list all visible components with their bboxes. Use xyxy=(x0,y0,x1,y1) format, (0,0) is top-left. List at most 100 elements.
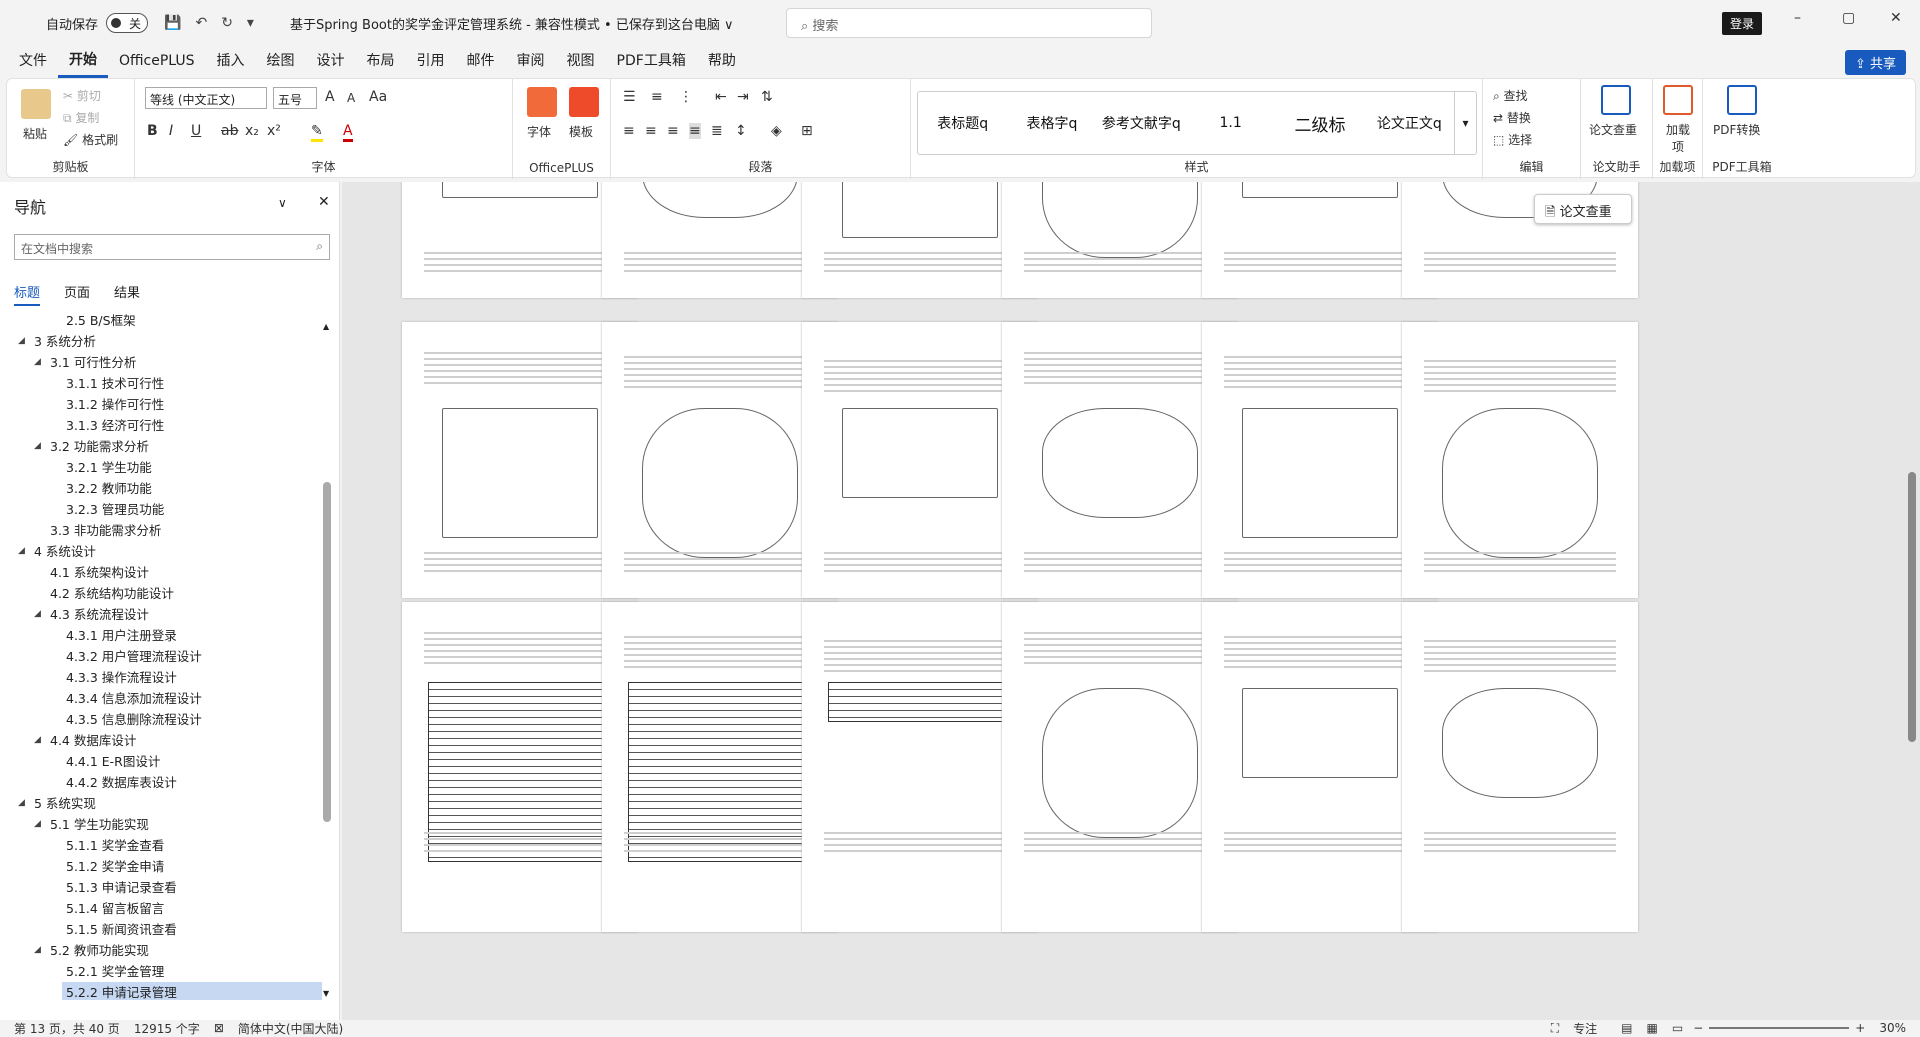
nav-tab-2[interactable]: 结果 xyxy=(114,282,140,306)
tree-item[interactable]: 4.4.2 数据库表设计 xyxy=(0,772,322,793)
menu-tab-4[interactable]: 绘图 xyxy=(256,46,306,76)
document-scrollbar[interactable] xyxy=(1907,182,1917,1020)
grow-font-button[interactable]: A xyxy=(325,89,335,105)
borders-icon[interactable]: ⊞ xyxy=(801,123,813,139)
read-mode-icon[interactable]: ▤ xyxy=(1621,1021,1632,1035)
justify-icon[interactable]: ≡ xyxy=(689,123,701,139)
tree-item[interactable]: 3.2.1 学生功能 xyxy=(0,457,322,478)
print-layout-icon[interactable]: ▦ xyxy=(1647,1021,1658,1035)
collapse-icon[interactable]: ◢ xyxy=(34,814,41,835)
distribute-icon[interactable]: ≣ xyxy=(711,123,723,139)
format-painter-button[interactable]: 🖌 格式刷 xyxy=(63,131,118,148)
scroll-down-icon[interactable]: ▼ xyxy=(323,989,329,998)
change-case-button[interactable]: Aa xyxy=(369,89,387,105)
menu-tab-10[interactable]: 视图 xyxy=(556,46,606,76)
sort-icon[interactable]: ⇅ xyxy=(761,89,773,105)
copy-button[interactable]: ⧉ 复制 xyxy=(63,109,99,126)
page-count[interactable]: 第 13 页，共 40 页 xyxy=(14,1020,120,1037)
tree-item[interactable]: 4.3.4 信息添加流程设计 xyxy=(0,688,322,709)
menu-tab-8[interactable]: 邮件 xyxy=(456,46,506,76)
menu-tab-0[interactable]: 文件 xyxy=(8,46,58,76)
tree-item[interactable]: 3.2.2 教师功能 xyxy=(0,478,322,499)
tree-item[interactable]: 4.2 系统结构功能设计 xyxy=(0,583,322,604)
officeplus-template-button[interactable]: 模板 xyxy=(569,123,593,140)
decrease-indent-icon[interactable]: ⇤ xyxy=(715,89,727,105)
align-right-icon[interactable]: ≡ xyxy=(667,123,679,139)
highlight-icon[interactable]: ✎ xyxy=(311,123,323,142)
close-button[interactable]: ✕ xyxy=(1890,10,1902,26)
cut-button[interactable]: ✂ 剪切 xyxy=(63,87,101,104)
language[interactable]: 简体中文(中国大陆) xyxy=(238,1020,343,1037)
restore-button[interactable]: ▢ xyxy=(1842,10,1855,26)
nav-tab-1[interactable]: 页面 xyxy=(64,282,90,306)
document-area[interactable] xyxy=(342,182,1920,1020)
menu-tab-3[interactable]: 插入 xyxy=(206,46,256,76)
addins-button[interactable]: 加载项 xyxy=(1665,121,1691,155)
tree-item[interactable]: ◢ 4 系统设计 xyxy=(0,541,322,562)
shrink-font-button[interactable]: A xyxy=(347,91,355,105)
menu-tab-9[interactable]: 审阅 xyxy=(506,46,556,76)
collapse-icon[interactable]: ◢ xyxy=(18,793,25,814)
tree-item[interactable]: 5.2.1 奖学金管理 xyxy=(0,961,322,982)
collapse-icon[interactable]: ◢ xyxy=(34,604,41,625)
zoom-in-icon[interactable]: + xyxy=(1855,1021,1865,1035)
tree-item[interactable]: 4.1 系统架构设计 xyxy=(0,562,322,583)
font-color-icon[interactable]: A xyxy=(343,123,353,142)
paper-check-floating-button[interactable]: 🗎 论文查重 xyxy=(1534,194,1632,224)
superscript-icon[interactable]: x² xyxy=(267,123,281,139)
tree-item[interactable]: 4.3.3 操作流程设计 xyxy=(0,667,322,688)
tree-item[interactable]: 3.3 非功能需求分析 xyxy=(0,520,322,541)
tree-item[interactable]: ◢ 5 系统实现 xyxy=(0,793,322,814)
pdf-convert-button[interactable]: PDF转换 xyxy=(1713,121,1760,138)
tree-item[interactable]: 5.1.1 奖学金查看 xyxy=(0,835,322,856)
strikethrough-icon[interactable]: ab xyxy=(221,123,238,139)
style-item-3[interactable]: 1.1 xyxy=(1186,115,1275,131)
customize-qat-icon[interactable]: ▾ xyxy=(247,15,254,31)
tree-item[interactable]: 4.4.1 E-R图设计 xyxy=(0,751,322,772)
tree-item[interactable]: 4.3.5 信息删除流程设计 xyxy=(0,709,322,730)
collapse-icon[interactable]: ◢ xyxy=(34,940,41,961)
tree-item[interactable]: 5.1.4 留言板留言 xyxy=(0,898,322,919)
shading-icon[interactable]: ◈ xyxy=(771,123,782,139)
find-button[interactable]: ⌕ 查找 xyxy=(1493,87,1528,104)
align-center-icon[interactable]: ≡ xyxy=(645,123,657,139)
collapse-icon[interactable]: ◢ xyxy=(34,730,41,751)
menu-tab-5[interactable]: 设计 xyxy=(306,46,356,76)
tree-item[interactable]: ◢ 3.2 功能需求分析 xyxy=(0,436,322,457)
paste-icon[interactable] xyxy=(21,89,51,119)
document-scroll-thumb[interactable] xyxy=(1908,472,1916,742)
redo-icon[interactable]: ↻ xyxy=(221,15,233,31)
line-spacing-icon[interactable]: ↕ xyxy=(735,123,747,139)
font-size-combo[interactable]: 五号 xyxy=(273,87,317,109)
collapse-icon[interactable]: ◢ xyxy=(18,331,25,352)
proofing-icon[interactable]: ⊠ xyxy=(214,1021,224,1035)
tree-item[interactable]: 5.1.3 申请记录查看 xyxy=(0,877,322,898)
document-title[interactable]: 基于Spring Boot的奖学金评定管理系统 - 兼容性模式 • 已保存到这台… xyxy=(290,14,734,33)
tree-item[interactable]: 2.5 B/S框架 xyxy=(0,310,322,331)
font-name-combo[interactable]: 等线 (中文正文) xyxy=(145,87,267,109)
tree-item[interactable]: ◢ 3 系统分析 xyxy=(0,331,322,352)
tree-item[interactable]: 4.3.2 用户管理流程设计 xyxy=(0,646,322,667)
style-item-1[interactable]: 表格字q xyxy=(1007,113,1096,133)
nav-scroll-thumb[interactable] xyxy=(323,482,331,822)
replace-button[interactable]: ⇄ 替换 xyxy=(1493,109,1531,126)
tree-item[interactable]: ◢ 3.1 可行性分析 xyxy=(0,352,322,373)
share-button[interactable]: ⇪ 共享 xyxy=(1844,50,1906,75)
chevron-down-icon[interactable]: ∨ xyxy=(278,196,287,210)
tree-item[interactable]: 3.1.2 操作可行性 xyxy=(0,394,322,415)
menu-tab-12[interactable]: 帮助 xyxy=(697,46,747,76)
style-item-2[interactable]: 参考文献字q xyxy=(1097,113,1186,133)
web-layout-icon[interactable]: ▭ xyxy=(1672,1021,1683,1035)
styles-more-icon[interactable]: ▾ xyxy=(1453,92,1476,154)
font-style-icon[interactable] xyxy=(527,87,557,117)
align-left-icon[interactable]: ≡ xyxy=(623,123,635,139)
tree-item[interactable]: 3.1.1 技术可行性 xyxy=(0,373,322,394)
style-item-4[interactable]: 二级标 xyxy=(1275,111,1364,136)
collapse-icon[interactable]: ◢ xyxy=(34,436,41,457)
collapse-icon[interactable]: ◢ xyxy=(34,352,41,373)
collapse-icon[interactable]: ◢ xyxy=(18,541,25,562)
login-button[interactable]: 登录 xyxy=(1722,12,1763,35)
pdf-convert-icon[interactable] xyxy=(1727,85,1757,115)
nav-search-input[interactable]: 在文档中搜索 ⌕ xyxy=(14,234,330,260)
tree-item[interactable]: ◢ 5.2 教师功能实现 xyxy=(0,940,322,961)
